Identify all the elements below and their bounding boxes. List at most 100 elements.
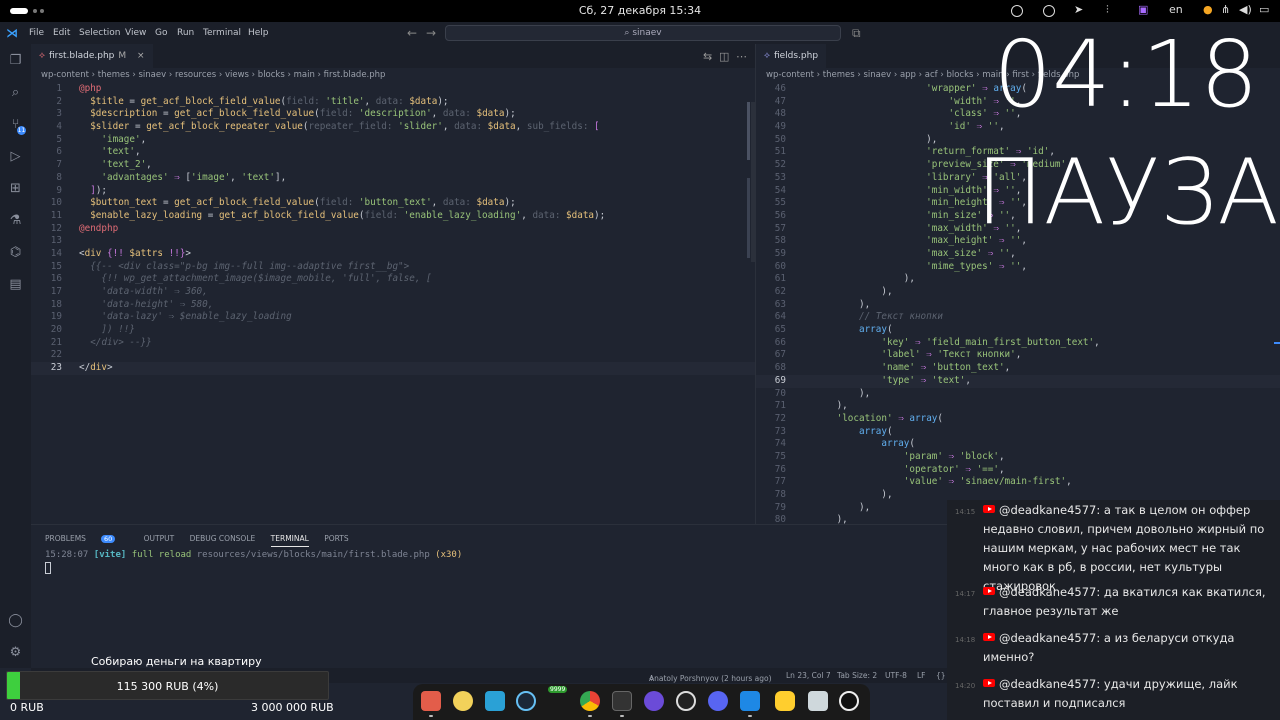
chrome-icon[interactable] — [580, 691, 600, 711]
code-line[interactable]: 12 @endphp — [31, 223, 755, 236]
breadcrumb-item[interactable]: app — [900, 70, 916, 80]
code-line[interactable]: 75 'param' ⇒ 'block', — [756, 451, 1280, 464]
code-line[interactable]: 14 <div {!! $attrs !!}> — [31, 248, 755, 261]
explorer-icon[interactable]: ❐ — [8, 53, 23, 68]
close-tab-icon[interactable]: × — [137, 51, 145, 61]
breadcrumb-item[interactable]: main — [294, 70, 315, 80]
store-icon[interactable] — [485, 691, 505, 711]
tab-fields-php[interactable]: ⟡ fields.php — [756, 44, 827, 68]
app-icon[interactable] — [775, 691, 795, 711]
breadcrumb-item[interactable]: resources — [175, 70, 216, 80]
tab-ports[interactable]: PORTS — [324, 534, 348, 543]
breadcrumb-item[interactable]: themes — [823, 70, 855, 80]
compare-icon[interactable]: ⇆ — [703, 50, 712, 63]
forward-arrow-icon[interactable]: → — [426, 26, 436, 40]
code-line[interactable]: 6 'text', — [31, 146, 755, 159]
account-icon[interactable]: ◯ — [8, 613, 23, 628]
tray-app-icon[interactable]: ▣ — [1138, 3, 1148, 16]
copilot-icon[interactable]: ⧉ — [852, 26, 861, 41]
files-icon[interactable] — [421, 691, 441, 711]
command-center-search[interactable]: ⌕ sinaev — [445, 25, 841, 41]
obsidian-icon[interactable] — [644, 691, 664, 711]
database-icon[interactable]: ▤ — [8, 277, 23, 292]
code-line[interactable]: 10 $button_text = get_acf_block_field_va… — [31, 197, 755, 210]
menu-view[interactable]: View — [125, 28, 146, 38]
code-line[interactable]: 63 ), — [756, 299, 1280, 312]
code-line[interactable]: 70 ), — [756, 388, 1280, 401]
breadcrumb-item[interactable]: wp-content — [41, 70, 89, 80]
github-icon[interactable] — [676, 691, 696, 711]
code-line[interactable]: 69 'type' ⇒ 'text', — [756, 374, 1280, 388]
cursor-position[interactable]: Ln 23, Col 7 — [786, 671, 831, 680]
app-grid-icon[interactable] — [839, 691, 859, 711]
tab-first-blade[interactable]: ⟡ first.blade.php M × — [31, 44, 153, 68]
code-line[interactable]: 62 ), — [756, 286, 1280, 299]
steam-icon[interactable] — [516, 691, 536, 711]
code-line[interactable]: 9 ]); — [31, 185, 755, 198]
code-line[interactable]: 1 @php — [31, 83, 755, 96]
code-line[interactable]: 4 $slider = get_acf_block_repeater_value… — [31, 121, 755, 134]
trash-icon[interactable] — [808, 691, 828, 711]
menu-edit[interactable]: Edit — [53, 28, 70, 38]
keyboard-layout[interactable]: en — [1169, 3, 1183, 16]
code-line[interactable]: 61 ), — [756, 273, 1280, 286]
breadcrumb-item[interactable]: first.blade.php — [324, 70, 386, 80]
code-line[interactable]: 77 'value' ⇒ 'sinaev/main-first', — [756, 476, 1280, 489]
extensions-icon[interactable]: ⊞ — [8, 181, 23, 196]
code-line[interactable]: 22 — [31, 349, 755, 362]
code-line[interactable]: 72 'location' ⇒ array( — [756, 413, 1280, 426]
code-line[interactable]: 15 {{-- <div class="p-bg img--full img--… — [31, 261, 755, 274]
telegram-icon[interactable]: ➤ — [1074, 3, 1083, 16]
code-line[interactable]: 19 'data-lazy' ⇒ $enable_lazy_loading — [31, 311, 755, 324]
code-line[interactable]: 67 'label' ⇒ 'Текст кнопки', — [756, 349, 1280, 362]
search-icon[interactable]: ⌕ — [8, 85, 23, 100]
code-line[interactable]: 23 </div> — [31, 362, 755, 375]
network-icon[interactable]: ⋔ — [1221, 3, 1230, 16]
menu-file[interactable]: File — [29, 28, 44, 38]
app-icon[interactable] — [453, 691, 473, 711]
menu-run[interactable]: Run — [177, 28, 194, 38]
code-line[interactable]: 5 'image', — [31, 134, 755, 147]
remote-icon[interactable]: ⌬ — [8, 245, 23, 260]
code-line[interactable]: 65 array( — [756, 324, 1280, 337]
split-editor-icon[interactable]: ◫ — [719, 50, 729, 63]
volume-icon[interactable]: ◀) — [1239, 3, 1252, 16]
language-mode[interactable]: {} — [936, 671, 946, 680]
menu-help[interactable]: Help — [248, 28, 269, 38]
breadcrumb-item[interactable]: sinaev — [138, 70, 166, 80]
code-line[interactable]: 71 ), — [756, 400, 1280, 413]
code-line[interactable]: 16 {!! wp_get_attachment_image($image_mo… — [31, 273, 755, 286]
end-of-line[interactable]: LF — [917, 671, 926, 680]
testing-icon[interactable]: ⚗ — [8, 213, 23, 228]
code-line[interactable]: 21 </div> --}} — [31, 337, 755, 350]
breadcrumb-item[interactable]: blocks — [258, 70, 285, 80]
breadcrumb-item[interactable]: blocks — [946, 70, 973, 80]
code-line[interactable]: 66 'key' ⇒ 'field_main_first_button_text… — [756, 337, 1280, 350]
menu-terminal[interactable]: Terminal — [203, 28, 241, 38]
breadcrumb-item[interactable]: sinaev — [863, 70, 891, 80]
breadcrumb-item[interactable]: acf — [925, 70, 938, 80]
code-line[interactable]: 18 'data-height' ⇒ 580, — [31, 299, 755, 312]
code-line[interactable]: 73 array( — [756, 426, 1280, 439]
code-line[interactable]: 11 $enable_lazy_loading = get_acf_block_… — [31, 210, 755, 223]
battery-icon[interactable]: ▭ — [1259, 3, 1269, 16]
tab-debug-console[interactable]: DEBUG CONSOLE — [190, 534, 256, 543]
code-line[interactable]: 20 ]) !!} — [31, 324, 755, 337]
terminal-output[interactable]: 15:28:07 [vite] full reload resources/vi… — [45, 550, 462, 560]
code-line[interactable]: 64 // Текст кнопки — [756, 311, 1280, 324]
settings-gear-icon[interactable]: ⚙ — [8, 645, 23, 660]
vscode-icon[interactable] — [740, 691, 760, 711]
code-line[interactable]: 68 'name' ⇒ 'button_text', — [756, 362, 1280, 375]
breadcrumb-item[interactable]: themes — [98, 70, 130, 80]
more-actions-icon[interactable]: ⋯ — [736, 50, 747, 63]
breadcrumb-item[interactable]: wp-content — [766, 70, 814, 80]
tab-output[interactable]: OUTPUT — [144, 534, 175, 543]
menu-go[interactable]: Go — [155, 28, 167, 38]
code-line[interactable]: 8 'advantages' ⇒ ['image', 'text'], — [31, 172, 755, 185]
menu-selection[interactable]: Selection — [79, 28, 120, 38]
discord-icon[interactable] — [708, 691, 728, 711]
back-arrow-icon[interactable]: ← — [407, 26, 417, 40]
equalizer-icon[interactable]: ⫶ — [1106, 3, 1109, 17]
code-line[interactable]: 17 'data-width' ⇒ 360, — [31, 286, 755, 299]
code-line[interactable]: 13 — [31, 235, 755, 248]
